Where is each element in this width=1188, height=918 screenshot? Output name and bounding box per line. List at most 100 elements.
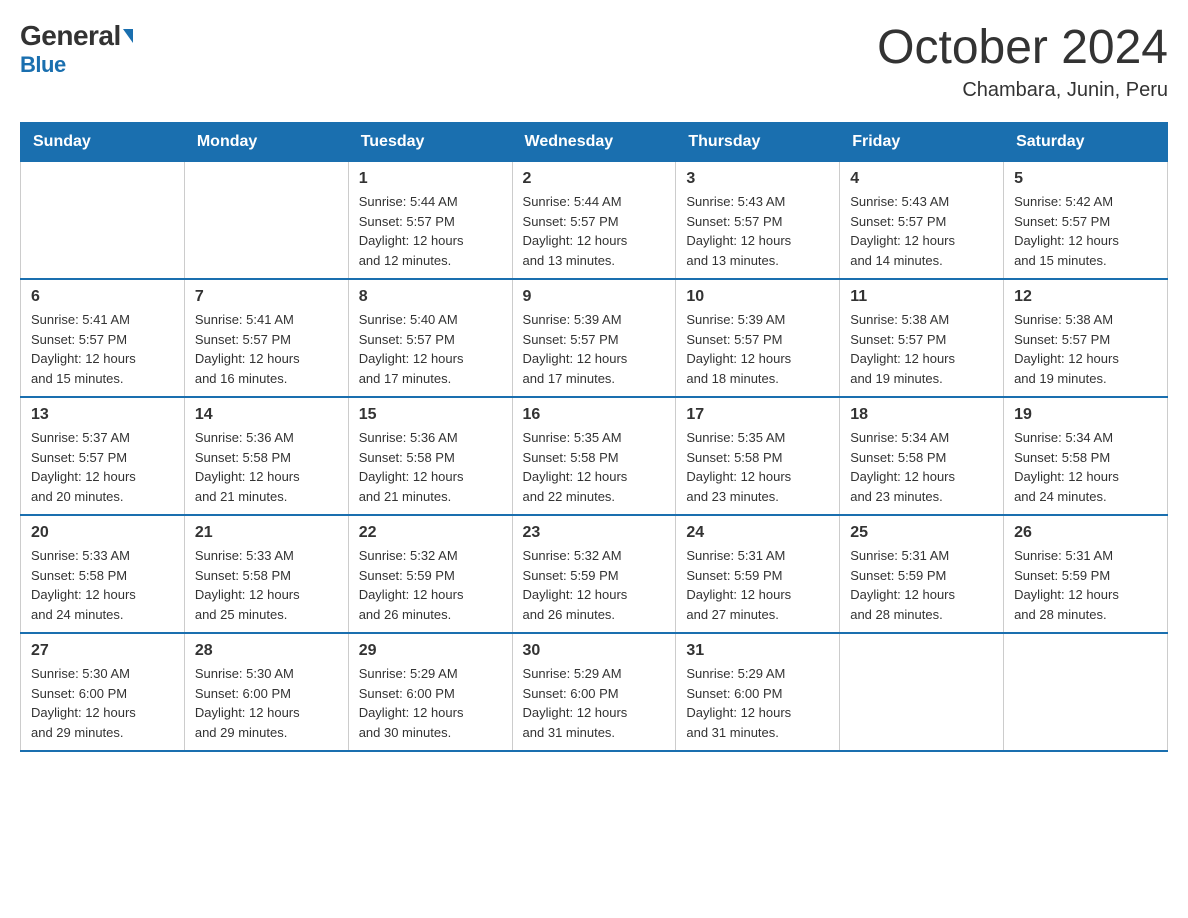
day-number: 15 [359, 406, 502, 424]
day-number: 14 [195, 406, 338, 424]
calendar-cell: 6 Sunrise: 5:41 AMSunset: 5:57 PMDaylight… [21, 279, 185, 397]
day-number: 29 [359, 642, 502, 660]
day-number: 16 [523, 406, 666, 424]
day-number: 31 [686, 642, 829, 660]
day-number: 1 [359, 170, 502, 188]
calendar-cell [1004, 633, 1168, 751]
calendar-body: 1Sunrise: 5:44 AMSunset: 5:57 PMDaylight… [21, 162, 1168, 752]
day-number: 25 [850, 524, 993, 542]
day-info: Sunrise: 5:31 AMSunset: 5:59 PMDaylight:… [1014, 546, 1157, 624]
weekday-header-monday: Monday [184, 123, 348, 162]
title-section: October 2024 Chambara, Junin, Peru [877, 20, 1168, 102]
calendar-cell: 31 Sunrise: 5:29 AMSunset: 6:00 PMDayligh… [676, 633, 840, 751]
day-number: 28 [195, 642, 338, 660]
day-number: 26 [1014, 524, 1157, 542]
weekday-header-saturday: Saturday [1004, 123, 1168, 162]
day-info: Sunrise: 5:35 AMSunset: 5:58 PMDaylight:… [523, 428, 666, 506]
calendar-cell: 23Sunrise: 5:32 AMSunset: 5:59 PMDayligh… [512, 515, 676, 633]
weekday-header-row: SundayMondayTuesdayWednesdayThursdayFrid… [21, 123, 1168, 162]
day-info: Sunrise: 5:41 AMSunset: 5:57 PMDaylight:… [31, 310, 174, 388]
day-info: Sunrise: 5:31 AMSunset: 5:59 PMDaylight:… [686, 546, 829, 624]
calendar-cell: 26 Sunrise: 5:31 AMSunset: 5:59 PMDayligh… [1004, 515, 1168, 633]
day-info: Sunrise: 5:32 AMSunset: 5:59 PMDaylight:… [523, 546, 666, 624]
location-title: Chambara, Junin, Peru [877, 79, 1168, 102]
day-info: Sunrise: 5:43 AMSunset: 5:57 PMDaylight:… [686, 192, 829, 270]
day-number: 10 [686, 288, 829, 306]
day-number: 21 [195, 524, 338, 542]
day-info: Sunrise: 5:34 AMSunset: 5:58 PMDaylight:… [850, 428, 993, 506]
calendar-week-2: 6 Sunrise: 5:41 AMSunset: 5:57 PMDaylight… [21, 279, 1168, 397]
day-number: 5 [1014, 170, 1157, 188]
day-number: 8 [359, 288, 502, 306]
day-number: 4 [850, 170, 993, 188]
calendar-cell: 25Sunrise: 5:31 AMSunset: 5:59 PMDayligh… [840, 515, 1004, 633]
day-info: Sunrise: 5:30 AMSunset: 6:00 PMDaylight:… [31, 664, 174, 742]
day-info: Sunrise: 5:36 AMSunset: 5:58 PMDaylight:… [195, 428, 338, 506]
day-number: 24 [686, 524, 829, 542]
logo-blue-text: Blue [20, 52, 66, 77]
calendar-cell: 16 Sunrise: 5:35 AMSunset: 5:58 PMDayligh… [512, 397, 676, 515]
calendar-week-5: 27 Sunrise: 5:30 AMSunset: 6:00 PMDayligh… [21, 633, 1168, 751]
calendar-cell: 4 Sunrise: 5:43 AMSunset: 5:57 PMDaylight… [840, 162, 1004, 280]
day-info: Sunrise: 5:32 AMSunset: 5:59 PMDaylight:… [359, 546, 502, 624]
calendar-cell: 13 Sunrise: 5:37 AMSunset: 5:57 PMDayligh… [21, 397, 185, 515]
day-info: Sunrise: 5:33 AMSunset: 5:58 PMDaylight:… [31, 546, 174, 624]
month-year-title: October 2024 [877, 20, 1168, 75]
day-number: 7 [195, 288, 338, 306]
calendar-cell: 21 Sunrise: 5:33 AMSunset: 5:58 PMDayligh… [184, 515, 348, 633]
calendar-cell: 5 Sunrise: 5:42 AMSunset: 5:57 PMDaylight… [1004, 162, 1168, 280]
day-info: Sunrise: 5:29 AMSunset: 6:00 PMDaylight:… [359, 664, 502, 742]
logo: General Blue [20, 20, 133, 78]
day-info: Sunrise: 5:37 AMSunset: 5:57 PMDaylight:… [31, 428, 174, 506]
calendar-cell: 8 Sunrise: 5:40 AMSunset: 5:57 PMDaylight… [348, 279, 512, 397]
logo-general-text: General [20, 20, 121, 52]
calendar-cell: 15Sunrise: 5:36 AMSunset: 5:58 PMDayligh… [348, 397, 512, 515]
day-info: Sunrise: 5:35 AMSunset: 5:58 PMDaylight:… [686, 428, 829, 506]
day-info: Sunrise: 5:33 AMSunset: 5:58 PMDaylight:… [195, 546, 338, 624]
day-number: 30 [523, 642, 666, 660]
weekday-header-thursday: Thursday [676, 123, 840, 162]
calendar-cell: 7 Sunrise: 5:41 AMSunset: 5:57 PMDaylight… [184, 279, 348, 397]
calendar-cell: 18 Sunrise: 5:34 AMSunset: 5:58 PMDayligh… [840, 397, 1004, 515]
day-info: Sunrise: 5:38 AMSunset: 5:57 PMDaylight:… [1014, 310, 1157, 388]
calendar-week-3: 13 Sunrise: 5:37 AMSunset: 5:57 PMDayligh… [21, 397, 1168, 515]
day-number: 18 [850, 406, 993, 424]
calendar-cell: 12Sunrise: 5:38 AMSunset: 5:57 PMDayligh… [1004, 279, 1168, 397]
logo-arrow-icon [123, 29, 133, 43]
calendar-cell: 10 Sunrise: 5:39 AMSunset: 5:57 PMDayligh… [676, 279, 840, 397]
day-number: 3 [686, 170, 829, 188]
calendar-cell: 9Sunrise: 5:39 AMSunset: 5:57 PMDaylight… [512, 279, 676, 397]
day-info: Sunrise: 5:34 AMSunset: 5:58 PMDaylight:… [1014, 428, 1157, 506]
day-number: 11 [850, 288, 993, 306]
day-number: 6 [31, 288, 174, 306]
weekday-header-friday: Friday [840, 123, 1004, 162]
calendar-cell: 30Sunrise: 5:29 AMSunset: 6:00 PMDayligh… [512, 633, 676, 751]
calendar-cell: 29 Sunrise: 5:29 AMSunset: 6:00 PMDayligh… [348, 633, 512, 751]
calendar-cell: 2Sunrise: 5:44 AMSunset: 5:57 PMDaylight… [512, 162, 676, 280]
day-number: 27 [31, 642, 174, 660]
weekday-header-tuesday: Tuesday [348, 123, 512, 162]
day-number: 19 [1014, 406, 1157, 424]
day-info: Sunrise: 5:29 AMSunset: 6:00 PMDaylight:… [686, 664, 829, 742]
day-info: Sunrise: 5:43 AMSunset: 5:57 PMDaylight:… [850, 192, 993, 270]
day-info: Sunrise: 5:42 AMSunset: 5:57 PMDaylight:… [1014, 192, 1157, 270]
day-number: 2 [523, 170, 666, 188]
calendar-table: SundayMondayTuesdayWednesdayThursdayFrid… [20, 122, 1168, 752]
calendar-cell: 27 Sunrise: 5:30 AMSunset: 6:00 PMDayligh… [21, 633, 185, 751]
day-number: 22 [359, 524, 502, 542]
calendar-week-4: 20 Sunrise: 5:33 AMSunset: 5:58 PMDayligh… [21, 515, 1168, 633]
day-info: Sunrise: 5:39 AMSunset: 5:57 PMDaylight:… [686, 310, 829, 388]
calendar-cell [184, 162, 348, 280]
day-number: 9 [523, 288, 666, 306]
calendar-cell [840, 633, 1004, 751]
day-info: Sunrise: 5:38 AMSunset: 5:57 PMDaylight:… [850, 310, 993, 388]
day-info: Sunrise: 5:40 AMSunset: 5:57 PMDaylight:… [359, 310, 502, 388]
calendar-cell: 19 Sunrise: 5:34 AMSunset: 5:58 PMDayligh… [1004, 397, 1168, 515]
calendar-cell: 20 Sunrise: 5:33 AMSunset: 5:58 PMDayligh… [21, 515, 185, 633]
calendar-week-1: 1Sunrise: 5:44 AMSunset: 5:57 PMDaylight… [21, 162, 1168, 280]
day-info: Sunrise: 5:41 AMSunset: 5:57 PMDaylight:… [195, 310, 338, 388]
day-number: 20 [31, 524, 174, 542]
calendar-cell: 3 Sunrise: 5:43 AMSunset: 5:57 PMDaylight… [676, 162, 840, 280]
calendar-cell: 17Sunrise: 5:35 AMSunset: 5:58 PMDayligh… [676, 397, 840, 515]
day-number: 13 [31, 406, 174, 424]
